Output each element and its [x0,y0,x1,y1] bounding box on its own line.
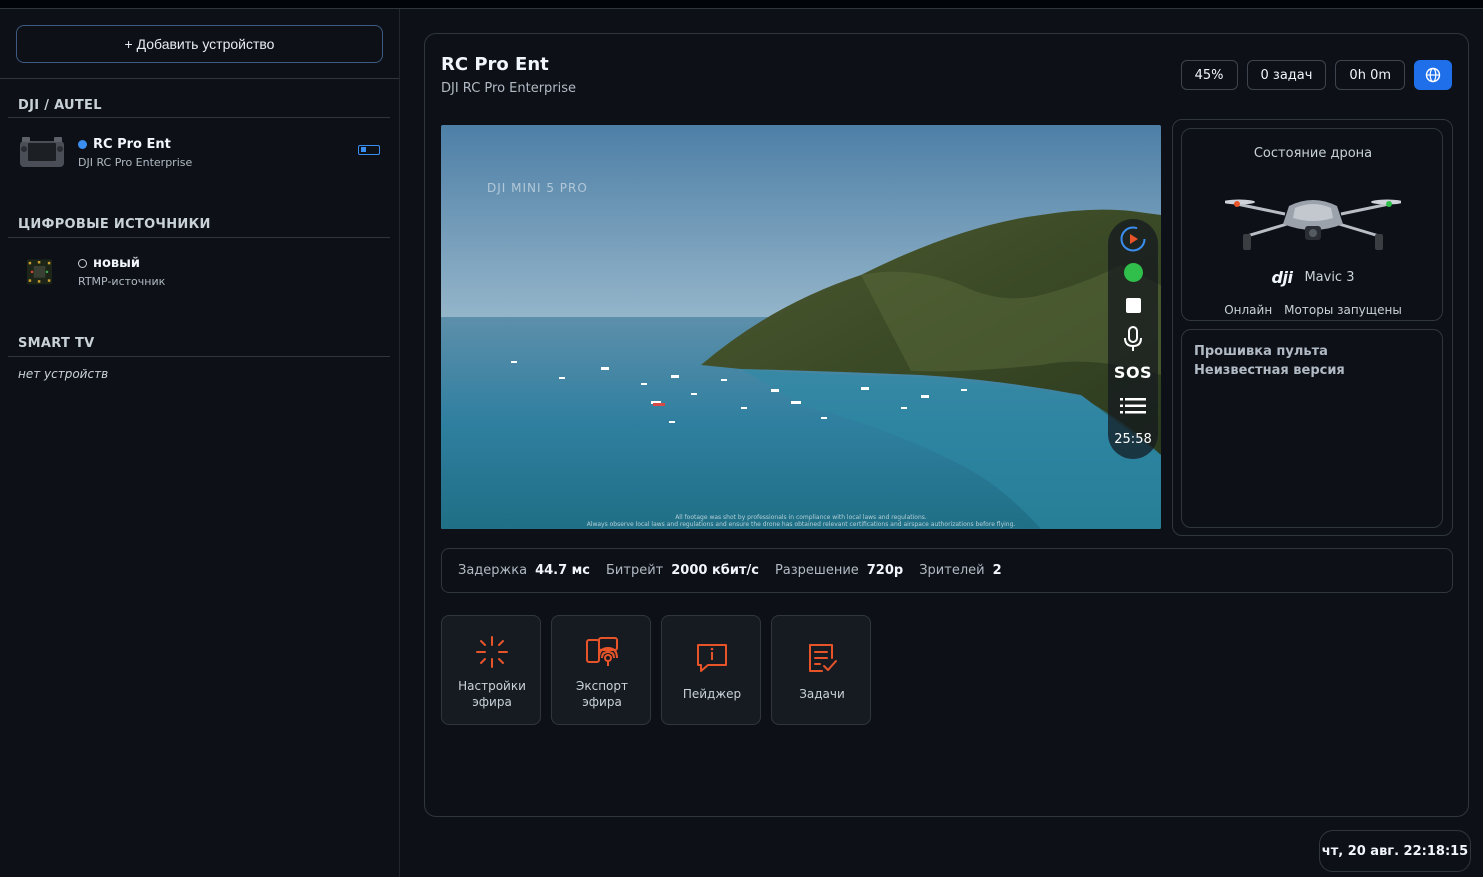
tile-label: эфира [582,695,622,709]
group-title-smart-tv: SMART TV [18,336,95,351]
sidebar: + Добавить устройство DJI / AUTEL RC Pro… [0,9,400,877]
drone-image [1225,199,1401,250]
sidebar-device-rc-pro-ent[interactable]: RC Pro Ent DJI RC Pro Enterprise [18,131,390,177]
group-divider [8,356,390,357]
sos-label: SOS [1113,362,1153,382]
group-title-digital: ЦИФРОВЫЕ ИСТОЧНИКИ [18,217,211,232]
pager-tile[interactable]: Пейджер [661,615,761,725]
sos-button[interactable]: SOS [1108,361,1158,383]
pager-icon [697,644,727,672]
battery-icon [358,145,380,155]
drone-model: Mavic 3 [1304,270,1355,285]
stat-latency: Задержка 44.7 мс [458,563,591,578]
drone-motors-status: Моторы запущены [1284,303,1402,317]
tasks-tile[interactable]: Задачи [771,615,871,725]
menu-button[interactable] [1108,395,1158,417]
live-green-dot [1123,262,1143,282]
stream-stats-bar: Задержка 44.7 мс Битрейт 2000 кбит/с Разре… [441,548,1453,593]
stat-bitrate: Битрейт 2000 кбит/с [606,563,759,578]
tile-label: Экспорт [575,679,629,693]
video-timer: 25:58 [1114,431,1152,447]
drone-state-card: Состояние дрона dji Mavic 3 Онлайн Мотор… [1181,128,1443,321]
tile-label: Задачи [799,687,845,701]
playback-button[interactable] [1108,225,1158,253]
broadcast-settings-icon [476,636,508,668]
video-control-bar: SOS 25:58 [1108,219,1158,459]
empty-group-note: нет устройств [18,367,109,381]
firmware-title: Прошивка пульта [1194,344,1328,359]
tile-label: Настройки [458,679,526,693]
circuit-board-icon [27,259,52,285]
drone-state-title: Состояние дрона [1253,146,1373,161]
group-title-dji: DJI / AUTEL [18,98,102,113]
sidebar-device-new[interactable]: новый RTMP-источник [18,250,390,296]
microphone-icon [1124,326,1142,351]
battery-chip[interactable]: 45% [1180,60,1238,90]
offline-status-dot [78,259,87,268]
window-top-bar [0,0,1483,9]
tile-label: эфира [472,695,512,709]
device-name: RC Pro Ent [93,137,171,152]
stat-viewers: Зрителей 2 [919,563,1002,578]
stream-export-tile[interactable]: Экспорт эфира [551,615,651,725]
duration-chip[interactable]: 0h 0m [1335,60,1405,90]
tasks-icon [809,644,837,672]
firmware-card: Прошивка пульта Неизвестная версия [1181,329,1443,528]
header-chips: 45% 0 задач 0h 0m [1180,60,1452,90]
tasks-chip[interactable]: 0 задач [1246,60,1327,90]
add-device-button[interactable]: + Добавить устройство [16,25,383,63]
group-divider [8,117,390,118]
tile-label: Пейджер [682,687,742,701]
stop-button[interactable] [1108,295,1158,315]
video-disclaimer-2: Always observe local laws and regulation… [586,521,1016,528]
live-video[interactable]: DJI MINI 5 PRO SOS 25:58 All footage was… [441,125,1161,529]
device-model: DJI RC Pro Enterprise [78,156,193,169]
group-divider [8,237,390,238]
remote-controller-icon [20,137,64,167]
page-subtitle: DJI RC Pro Enterprise [441,81,577,96]
drone-info-panel: Состояние дрона dji Mavic 3 Онлайн Мотор… [1172,119,1453,536]
live-indicator[interactable] [1108,261,1158,283]
online-status-dot [78,140,87,149]
drone-online-status: Онлайн [1224,303,1273,317]
globe-icon [1425,67,1441,83]
device-type: RTMP-источник [78,275,166,288]
microphone-button[interactable] [1108,325,1158,353]
stat-resolution: Разрешение 720p [774,563,904,578]
broadcast-settings-tile[interactable]: Настройки эфира [441,615,541,725]
video-disclaimer-1: All footage was shot by professionals in… [675,514,927,521]
device-panel: RC Pro Ent DJI RC Pro Enterprise 45% 0 з… [424,33,1469,817]
dji-logo: dji [1271,268,1293,287]
device-name: новый [93,256,141,271]
play-circle-icon [1120,226,1146,252]
datetime-clock: чт, 20 авг. 22:18:15 [1319,830,1471,872]
globe-button[interactable] [1414,60,1452,90]
video-watermark: DJI MINI 5 PRO [487,181,588,195]
stream-export-icon [586,637,618,666]
page-title: RC Pro Ent [441,54,549,75]
firmware-version: Неизвестная версия [1194,363,1345,378]
sidebar-divider [0,78,399,79]
stop-icon [1125,297,1141,313]
list-menu-icon [1120,398,1146,414]
